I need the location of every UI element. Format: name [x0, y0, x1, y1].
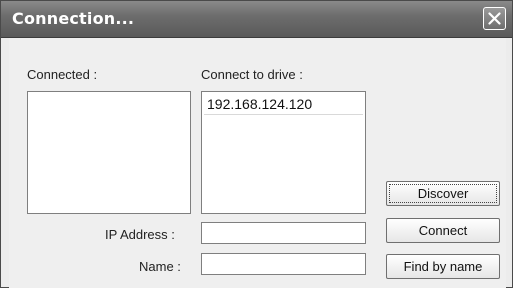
dialog-body: Connected : Connect to drive : 192.168.1… — [9, 38, 506, 288]
connection-dialog: Connection... Connected : Connect to dri… — [0, 0, 513, 288]
close-button[interactable] — [483, 7, 506, 30]
connected-list[interactable] — [27, 91, 191, 214]
discover-button[interactable]: Discover — [386, 181, 500, 206]
name-label: Name : — [139, 259, 181, 274]
ip-address-label: IP Address : — [105, 227, 175, 242]
find-by-name-button[interactable]: Find by name — [386, 254, 500, 279]
ip-address-input[interactable] — [201, 222, 366, 244]
connected-label: Connected : — [27, 67, 98, 82]
title-bar[interactable]: Connection... — [1, 1, 512, 38]
close-icon — [488, 12, 501, 25]
connect-to-drive-label: Connect to drive : — [201, 67, 303, 82]
drive-list-item[interactable]: 192.168.124.120 — [204, 94, 363, 115]
name-input[interactable] — [201, 253, 366, 275]
connect-to-drive-list[interactable]: 192.168.124.120 — [201, 91, 366, 214]
dialog-title: Connection... — [12, 9, 135, 28]
connect-button[interactable]: Connect — [386, 218, 500, 243]
